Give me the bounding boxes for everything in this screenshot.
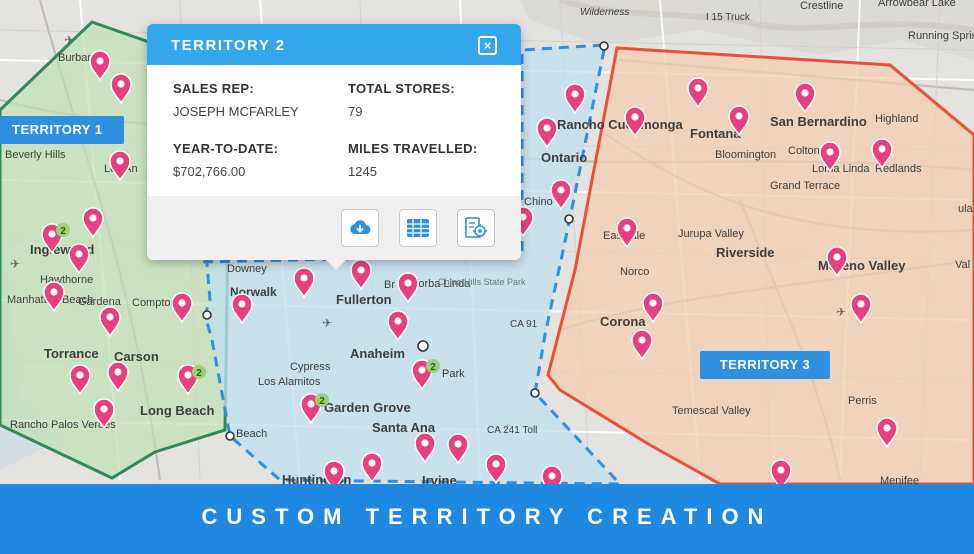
title-banner: CUSTOM TERRITORY CREATION <box>0 484 974 554</box>
place-label: Crestline <box>800 0 843 12</box>
airport-icon: ✈ <box>836 305 846 319</box>
ytd-field: YEAR-TO-DATE: $702,766.00 <box>173 141 278 179</box>
territory-popup: TERRITORY 2 × SALES REP: JOSEPH MCFARLEY… <box>147 24 521 270</box>
settings-report-icon <box>465 217 487 238</box>
place-label: Torrance <box>44 346 99 361</box>
popup-pointer <box>326 260 346 270</box>
place-label: Riverside <box>716 245 775 260</box>
place-label: Wilderness <box>580 7 629 18</box>
place-label: Jurupa Valley <box>678 228 744 240</box>
place-label: Grand Terrace <box>770 180 840 192</box>
place-label: Bloomington <box>715 149 776 161</box>
place-label: Los Alamitos <box>258 376 321 388</box>
airport-icon: ✈ <box>10 257 20 271</box>
place-label: Temescal Valley <box>672 405 751 417</box>
place-label: Perris <box>848 395 877 407</box>
total-stores-label: TOTAL STORES: <box>348 81 455 96</box>
cluster-count: 2 <box>60 226 66 237</box>
airport-icon: ✈ <box>322 316 332 330</box>
place-label: I 15 Truck <box>706 12 751 23</box>
sales-rep-value: JOSEPH MCFARLEY <box>173 104 299 119</box>
place-label: Colton <box>788 145 820 157</box>
close-button[interactable]: × <box>478 36 497 55</box>
place-label: Running Springs <box>908 30 974 42</box>
download-button[interactable] <box>341 209 379 247</box>
settings-button[interactable] <box>457 209 495 247</box>
place-label: Norco <box>620 266 649 278</box>
place-label: Ontario <box>541 150 587 165</box>
place-label: Highland <box>875 113 918 125</box>
place-label: Val <box>955 259 970 271</box>
banner-title: CUSTOM TERRITORY CREATION <box>201 504 773 529</box>
place-label: Corona <box>600 314 646 329</box>
cloud-download-icon <box>350 220 371 234</box>
place-label: CA 241 Toll <box>487 425 537 436</box>
sales-rep-label: SALES REP: <box>173 81 255 96</box>
place-label: CA 91 <box>510 319 538 330</box>
place-label: Gardena <box>78 296 122 308</box>
table-grid-icon <box>407 219 429 237</box>
ytd-label: YEAR-TO-DATE: <box>173 141 279 156</box>
place-label: Arrowbear Lake <box>878 0 956 9</box>
place-label: Anaheim <box>350 346 405 361</box>
place-label: ula <box>958 203 974 215</box>
cluster-count: 2 <box>430 362 436 373</box>
place-label: Long Beach <box>140 403 214 418</box>
miles-field: MILES TRAVELLED: 1245 <box>348 141 478 179</box>
place-label: Br <box>384 279 395 291</box>
ytd-value: $702,766.00 <box>173 164 246 179</box>
airport-icon: ✈ <box>64 33 74 47</box>
sales-rep-field: SALES REP: JOSEPH MCFARLEY <box>173 81 299 119</box>
cluster-count: 2 <box>196 368 202 379</box>
place-label: Compton <box>132 297 177 309</box>
popup-actions <box>147 196 521 260</box>
place-label: Chino <box>524 196 553 208</box>
place-label: Beach <box>236 428 267 440</box>
place-label: Chino Hills State Park <box>438 277 526 287</box>
territory-3-label[interactable]: TERRITORY 3 <box>700 351 830 379</box>
data-table-button[interactable] <box>399 209 437 247</box>
total-stores-value: 79 <box>348 104 363 119</box>
place-label: San Bernardino <box>770 114 867 129</box>
popup-header: TERRITORY 2 × <box>147 24 521 65</box>
close-icon: × <box>483 38 492 53</box>
territory-1-label[interactable]: TERRITORY 1 <box>0 116 124 144</box>
place-label: Downey <box>227 263 267 275</box>
place-label: Park <box>442 368 465 380</box>
total-stores-field: TOTAL STORES: 79 <box>348 81 455 119</box>
place-label: Beverly Hills <box>5 149 66 161</box>
place-label: Garden Grove <box>324 400 411 415</box>
cluster-count: 2 <box>319 396 325 407</box>
miles-value: 1245 <box>348 164 377 179</box>
miles-label: MILES TRAVELLED: <box>348 141 478 156</box>
popup-title: TERRITORY 2 <box>171 37 286 54</box>
place-label: Rancho Cucamonga <box>557 117 683 132</box>
place-label: Loma Linda <box>812 163 870 175</box>
place-label: Cypress <box>290 361 331 373</box>
place-label: Fullerton <box>336 292 392 307</box>
